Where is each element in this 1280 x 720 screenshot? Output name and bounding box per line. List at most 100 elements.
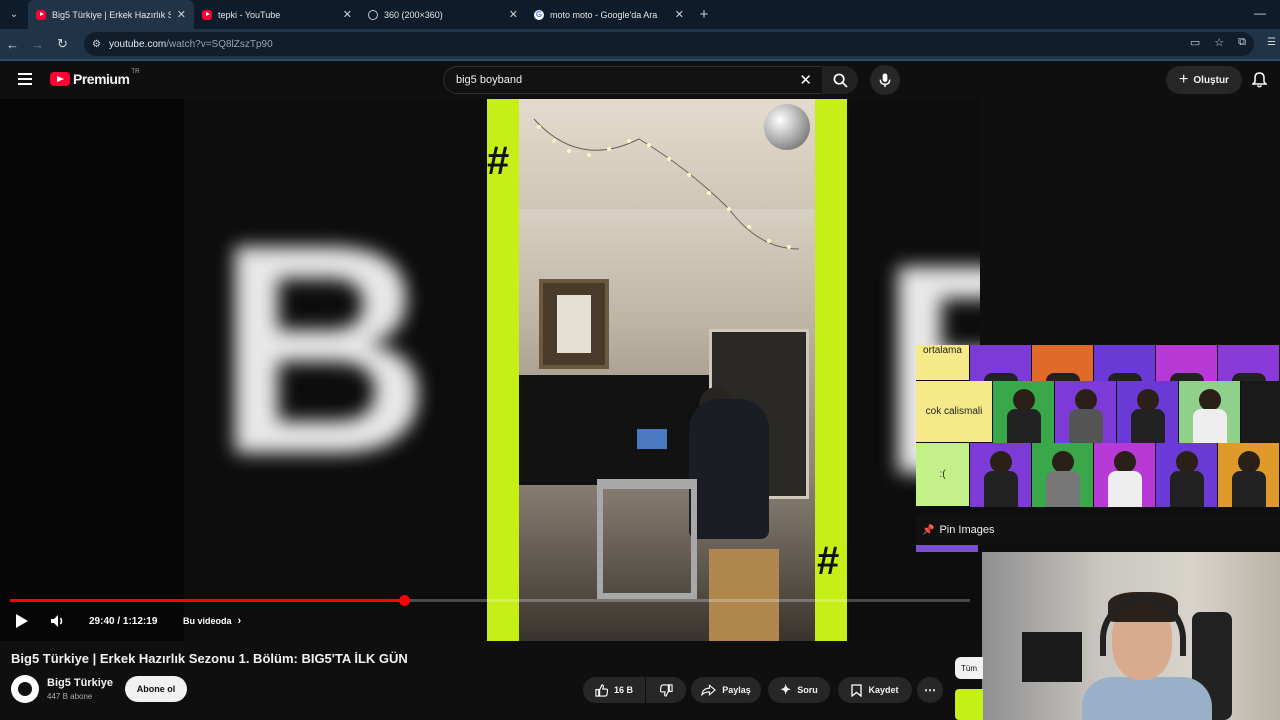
tier-label: :(	[916, 443, 970, 507]
play-button[interactable]	[16, 612, 28, 630]
video-player[interactable]: B B # #	[0, 99, 980, 641]
close-icon[interactable]: ✕	[343, 8, 352, 21]
save-button[interactable]: Kaydet	[838, 677, 912, 703]
thumbnail-stub	[916, 545, 978, 552]
thumbs-down-icon	[659, 683, 673, 697]
like-button[interactable]: 16 B	[583, 677, 645, 703]
tab-moto-moto[interactable]: G moto moto - Google'da Ara ✕	[526, 0, 692, 29]
share-icon	[701, 684, 717, 696]
tier-row: ortalama	[916, 345, 1280, 381]
volume-icon	[51, 615, 63, 627]
progress-played	[10, 599, 404, 602]
plus-icon: +	[1179, 71, 1189, 88]
new-tab-button[interactable]: +	[692, 6, 716, 23]
search-button[interactable]	[822, 66, 858, 94]
related-thumbnail[interactable]	[955, 689, 983, 720]
background-monitor	[1022, 632, 1082, 682]
green-frame-left: #	[487, 99, 519, 641]
close-icon[interactable]: ✕	[675, 8, 684, 21]
url-field[interactable]: ⚙ youtube.com/watch?v=SQ8lZszTp90	[84, 32, 1254, 56]
webcam-overlay	[982, 552, 1280, 720]
like-count: 16 B	[613, 685, 633, 695]
hash-glyph: #	[817, 539, 840, 583]
channel-name[interactable]: Big5 Türkiye	[47, 677, 113, 689]
url-host: youtube.com	[108, 38, 167, 50]
sparkle-icon: ✦	[780, 682, 792, 697]
subscriber-count: 447 B abone	[47, 692, 93, 701]
streamer-shirt	[1082, 677, 1212, 720]
bookmark-star-icon[interactable]: ☆	[1214, 36, 1224, 49]
youtube-header: Premium TR big5 boyband ✕ + Oluştur	[0, 61, 1280, 99]
tab-title: tepki - YouTube	[218, 9, 281, 20]
tier-row: cok calismali	[916, 381, 1280, 443]
site-info-icon[interactable]: ⚙	[92, 39, 101, 50]
tier-thumbs	[970, 345, 1280, 381]
notifications-bell-icon[interactable]	[1252, 72, 1267, 88]
close-icon[interactable]: ✕	[177, 8, 186, 21]
cast-icon[interactable]: ▭	[1190, 36, 1200, 49]
address-bar-row: ← → ↻ ⚙ youtube.com/watch?v=SQ8lZszTp90 …	[0, 29, 1280, 59]
microphone-icon	[879, 72, 891, 87]
more-horizontal-icon: ⋯	[924, 683, 936, 697]
piano	[519, 375, 709, 485]
browser-tab-strip: ⌄ Big5 Türkiye | Erkek Hazırlık Se ✕ tep…	[0, 0, 1280, 29]
back-arrow-icon[interactable]: ←	[0, 37, 25, 52]
tier-label: ortalama	[916, 345, 970, 381]
reload-icon[interactable]: ↻	[50, 36, 75, 52]
pushpin-icon: 📌	[922, 524, 935, 536]
create-label: Oluştur	[1193, 74, 1229, 86]
url-path: /watch?v=SQ8lZszTp90	[166, 38, 273, 50]
video-title: Big5 Türkiye | Erkek Hazırlık Sezonu 1. …	[11, 651, 408, 666]
volume-button[interactable]	[50, 612, 66, 630]
disco-ball	[764, 104, 810, 150]
more-actions-button[interactable]: ⋯	[917, 677, 943, 703]
channel-avatar[interactable]	[11, 675, 39, 703]
tier-label: cok calismali	[916, 381, 993, 443]
tier-list-overlay: ortalama cok calismali :(	[916, 345, 1280, 507]
extensions-icon[interactable]: ⧉	[1238, 36, 1246, 49]
dislike-button[interactable]	[646, 677, 686, 703]
chair	[597, 479, 697, 599]
subscribe-button[interactable]: Abone ol	[125, 676, 187, 702]
chevron-right-icon: ›	[237, 615, 242, 627]
filter-chip-all[interactable]: Tüm	[955, 657, 983, 679]
pin-images-bar[interactable]: 📌 Pin Images	[916, 515, 1280, 545]
tier-row: :(	[916, 443, 1280, 507]
youtube-icon	[202, 9, 212, 20]
pin-images-label: Pin Images	[939, 524, 995, 536]
minimize-icon[interactable]: —	[1254, 6, 1266, 20]
play-icon	[16, 614, 28, 628]
clear-search-icon[interactable]: ✕	[799, 71, 812, 89]
share-button[interactable]: Paylaş	[691, 677, 761, 703]
youtube-icon	[36, 9, 46, 20]
tab-big5[interactable]: Big5 Türkiye | Erkek Hazırlık Se ✕	[28, 0, 194, 29]
google-icon: G	[534, 9, 544, 20]
chapter-button[interactable]: Bu videoda ›	[183, 612, 241, 630]
tab-title: Big5 Türkiye | Erkek Hazırlık Se	[52, 9, 171, 20]
youtube-logo[interactable]: Premium TR	[50, 69, 139, 87]
search-query: big5 boyband	[456, 74, 523, 86]
time-display: 29:40 / 1:12:19	[89, 615, 158, 627]
create-button[interactable]: + Oluştur	[1166, 66, 1242, 94]
bookmark-icon	[851, 683, 863, 697]
cajon-box	[709, 549, 779, 641]
youtube-play-icon	[50, 72, 70, 86]
tab-tepki[interactable]: tepki - YouTube ✕	[194, 0, 360, 29]
forward-arrow-icon[interactable]: →	[25, 37, 50, 52]
voice-search-button[interactable]	[870, 65, 900, 95]
progress-scrubber[interactable]	[399, 595, 410, 606]
ask-button[interactable]: ✦ Soru	[768, 677, 830, 703]
globe-icon	[368, 9, 378, 20]
tier-thumbs	[993, 381, 1241, 443]
tier-thumbs	[970, 443, 1280, 507]
side-panel-icon[interactable]: ☰	[1267, 37, 1276, 48]
search-input[interactable]: big5 boyband ✕	[443, 66, 823, 94]
tab-search-chevron-icon[interactable]: ⌄	[0, 0, 28, 29]
search-icon	[833, 73, 848, 88]
logo-text: Premium	[73, 71, 130, 87]
wall-portrait	[539, 279, 609, 369]
tab-360[interactable]: 360 (200×360) ✕	[360, 0, 526, 29]
laptop-screen	[637, 429, 667, 449]
close-icon[interactable]: ✕	[509, 8, 518, 21]
menu-icon[interactable]	[18, 73, 32, 85]
